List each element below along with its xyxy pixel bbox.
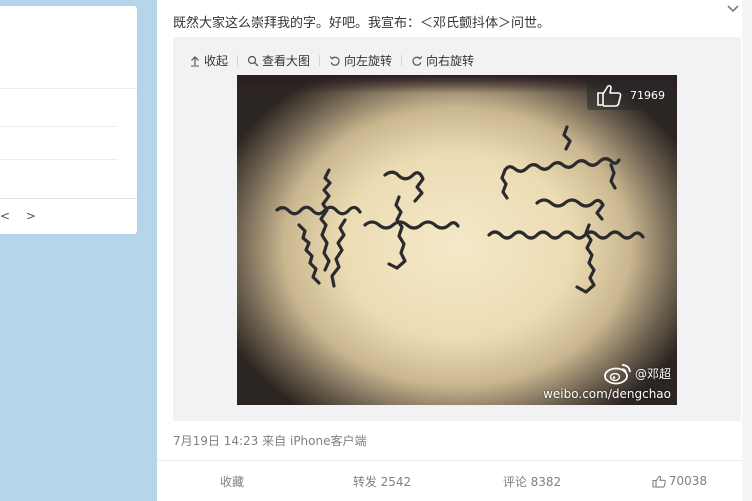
thumbs-up-icon (652, 475, 666, 488)
toolbar-separator (401, 55, 403, 66)
divider (0, 198, 137, 199)
chevron-down-icon[interactable] (726, 3, 740, 15)
view-large-label: 查看大图 (262, 54, 311, 68)
divider (0, 159, 118, 160)
rotate-left-icon (329, 55, 340, 66)
feed-card: 既然大家这么崇拜我的字。好吧。我宣布：＜邓氏颤抖体＞问世。 收起 查看大图 向左… (157, 0, 752, 501)
post-text: 既然大家这么崇拜我的字。好吧。我宣布：＜邓氏颤抖体＞问世。 (173, 16, 551, 31)
thumbs-up-icon (597, 84, 622, 107)
rotate-left-label: 向左旋转 (344, 54, 393, 68)
pager-arrows[interactable]: < > (0, 209, 42, 223)
rotate-right-icon (412, 55, 423, 66)
favorite-button[interactable]: 收藏 (157, 473, 307, 490)
like-button[interactable]: 70038 (607, 474, 752, 488)
repost-label: 转发 2542 (352, 474, 412, 489)
handwriting-image (275, 125, 645, 294)
photo-like-badge[interactable]: 71969 (587, 80, 673, 110)
view-large-button[interactable]: 查看大图 (247, 52, 310, 69)
repost-button[interactable]: 转发 2542 (307, 473, 457, 490)
photo-like-count: 71969 (630, 88, 665, 102)
scrollbar[interactable] (742, 0, 752, 501)
rotate-left-button[interactable]: 向左旋转 (329, 52, 392, 69)
magnifier-icon (247, 55, 259, 66)
rotate-right-label: 向右旋转 (426, 54, 475, 68)
like-count: 70038 (668, 474, 708, 488)
divider (0, 126, 118, 127)
image-toolbar: 收起 查看大图 向左旋转 向右旋转 (189, 52, 474, 69)
action-bar: 收藏 转发 2542 评论 8382 70038 (157, 460, 752, 501)
post-date[interactable]: 7月19日 14:23 (173, 434, 258, 448)
post-photo[interactable]: 71969 @邓超 weibo.com/dengchao (237, 75, 677, 405)
weibo-logo-icon (604, 364, 631, 385)
toolbar-separator (237, 55, 239, 66)
post-source[interactable]: iPhone客户端 (290, 434, 367, 448)
comment-label: 评论 8382 (502, 474, 562, 489)
media-panel: 收起 查看大图 向左旋转 向右旋转 71969 @邓超 weibo.com/de… (173, 37, 741, 421)
collapse-button[interactable]: 收起 (189, 52, 228, 69)
watermark-url: weibo.com/dengchao (543, 387, 671, 401)
comment-button[interactable]: 评论 8382 (457, 473, 607, 490)
post-meta: 7月19日 14:23 来自 iPhone客户端 (173, 432, 367, 449)
watermark-user: @邓超 (634, 366, 671, 381)
collapse-label: 收起 (204, 54, 229, 68)
favorite-label: 收藏 (219, 474, 244, 489)
sidebar-card: < > (0, 6, 137, 234)
divider (0, 88, 137, 89)
rotate-right-button[interactable]: 向右旋转 (411, 52, 474, 69)
watermark: @邓超 weibo.com/dengchao (543, 361, 671, 401)
arrow-up-icon (191, 55, 199, 66)
toolbar-separator (319, 55, 321, 66)
source-prefix: 来自 (262, 434, 287, 448)
